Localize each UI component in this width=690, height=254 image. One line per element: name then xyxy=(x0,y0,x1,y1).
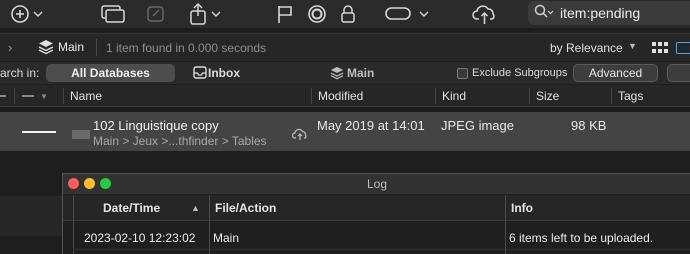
label-indicator xyxy=(22,131,56,133)
column-divider xyxy=(529,88,530,104)
sort-menu[interactable]: by Relevance xyxy=(550,41,623,55)
image-thumbnail xyxy=(72,130,90,139)
database-icon xyxy=(38,39,54,58)
toggle-icon[interactable] xyxy=(384,2,432,26)
size-column-header[interactable]: Size xyxy=(536,89,559,103)
location-label[interactable]: Main xyxy=(58,40,84,54)
column-divider xyxy=(611,88,612,104)
tags-column-header[interactable]: Tags xyxy=(618,89,643,103)
scope-inbox-button[interactable]: Inbox xyxy=(208,66,240,80)
column-divider xyxy=(14,88,15,104)
chevron-right-icon[interactable]: › xyxy=(8,40,12,55)
cloud-upload-icon[interactable] xyxy=(472,2,498,26)
log-title: Log xyxy=(366,177,388,191)
toolbar: item:pending xyxy=(0,0,690,28)
sort-ascending-icon[interactable]: ▲ xyxy=(191,203,200,213)
chevron-down-icon[interactable]: ▼ xyxy=(628,41,637,51)
divider xyxy=(96,39,97,56)
options-button[interactable] xyxy=(667,64,690,82)
search-icon xyxy=(534,4,554,23)
lock-icon[interactable] xyxy=(340,2,356,26)
item-size: 98 KB xyxy=(571,118,607,133)
item-name: 102 Linguistique copy xyxy=(93,118,219,133)
log-window: Log Date/Time ▲ File/Action Info 2023-02… xyxy=(62,173,690,254)
column-header: ▼ Name Modified Kind Size Tags xyxy=(0,85,690,107)
log-datetime: 2023-02-10 12:23:02 xyxy=(84,231,196,245)
file-action-column-header[interactable]: File/Action xyxy=(215,201,276,215)
log-file-action: Main xyxy=(213,231,240,245)
info-column-header[interactable]: Info xyxy=(511,201,533,215)
log-titlebar[interactable]: Log xyxy=(63,174,690,194)
inbox-icon xyxy=(193,66,207,82)
circle-icon[interactable] xyxy=(307,2,327,26)
results-status: 1 item found in 0.000 seconds xyxy=(106,41,267,55)
add-icon[interactable] xyxy=(10,2,46,26)
share-icon[interactable] xyxy=(188,2,224,26)
name-column-header[interactable]: Name xyxy=(70,89,102,103)
search-scope-bar: arch in: All Databases Inbox Main Exclud… xyxy=(0,62,690,84)
column-divider xyxy=(435,88,436,104)
item-path: Main > Jeux >...thfinder > Tables xyxy=(93,134,267,148)
windows-icon[interactable] xyxy=(100,2,126,26)
database-icon xyxy=(330,66,344,83)
scope-all-databases-button[interactable]: All Databases xyxy=(46,64,175,82)
grid-view-icon[interactable] xyxy=(652,42,668,57)
column-divider xyxy=(209,195,210,254)
exclude-subgroups-checkbox[interactable] xyxy=(457,68,468,79)
chevron-down-icon[interactable]: ▼ xyxy=(40,92,48,101)
advanced-button[interactable]: Advanced xyxy=(573,64,658,82)
column-view-icon[interactable] xyxy=(676,42,690,54)
table-row[interactable]: 102 Linguistique copy Main > Jeux >...th… xyxy=(0,112,690,151)
flag-icon[interactable] xyxy=(276,2,294,26)
label-column-icon[interactable] xyxy=(0,95,6,97)
cloud-sync-icon xyxy=(291,127,308,144)
modified-column-header[interactable]: Modified xyxy=(318,89,363,103)
edit-icon[interactable] xyxy=(146,2,166,26)
log-column-header: Date/Time ▲ File/Action Info xyxy=(63,195,690,221)
item-kind: JPEG image xyxy=(441,118,514,133)
row-divider xyxy=(73,249,690,250)
search-field[interactable]: item:pending xyxy=(528,1,690,25)
exclude-subgroups-label: Exclude Subgroups xyxy=(472,67,568,79)
column-divider xyxy=(311,88,312,104)
empty-row xyxy=(0,196,62,236)
column-divider xyxy=(505,195,506,254)
kind-column-header[interactable]: Kind xyxy=(442,89,466,103)
item-modified: May 2019 at 14:01 xyxy=(317,118,425,133)
log-info: 6 items left to be uploaded. xyxy=(509,231,654,245)
column-divider xyxy=(63,88,64,104)
column-divider xyxy=(73,195,74,254)
flag-column-icon[interactable] xyxy=(22,95,34,97)
path-bar: › Main 1 item found in 0.000 seconds by … xyxy=(0,33,690,61)
search-input[interactable]: item:pending xyxy=(560,5,640,21)
scope-main-button[interactable]: Main xyxy=(347,66,374,80)
datetime-column-header[interactable]: Date/Time xyxy=(103,201,160,215)
search-in-label: arch in: xyxy=(0,66,40,80)
